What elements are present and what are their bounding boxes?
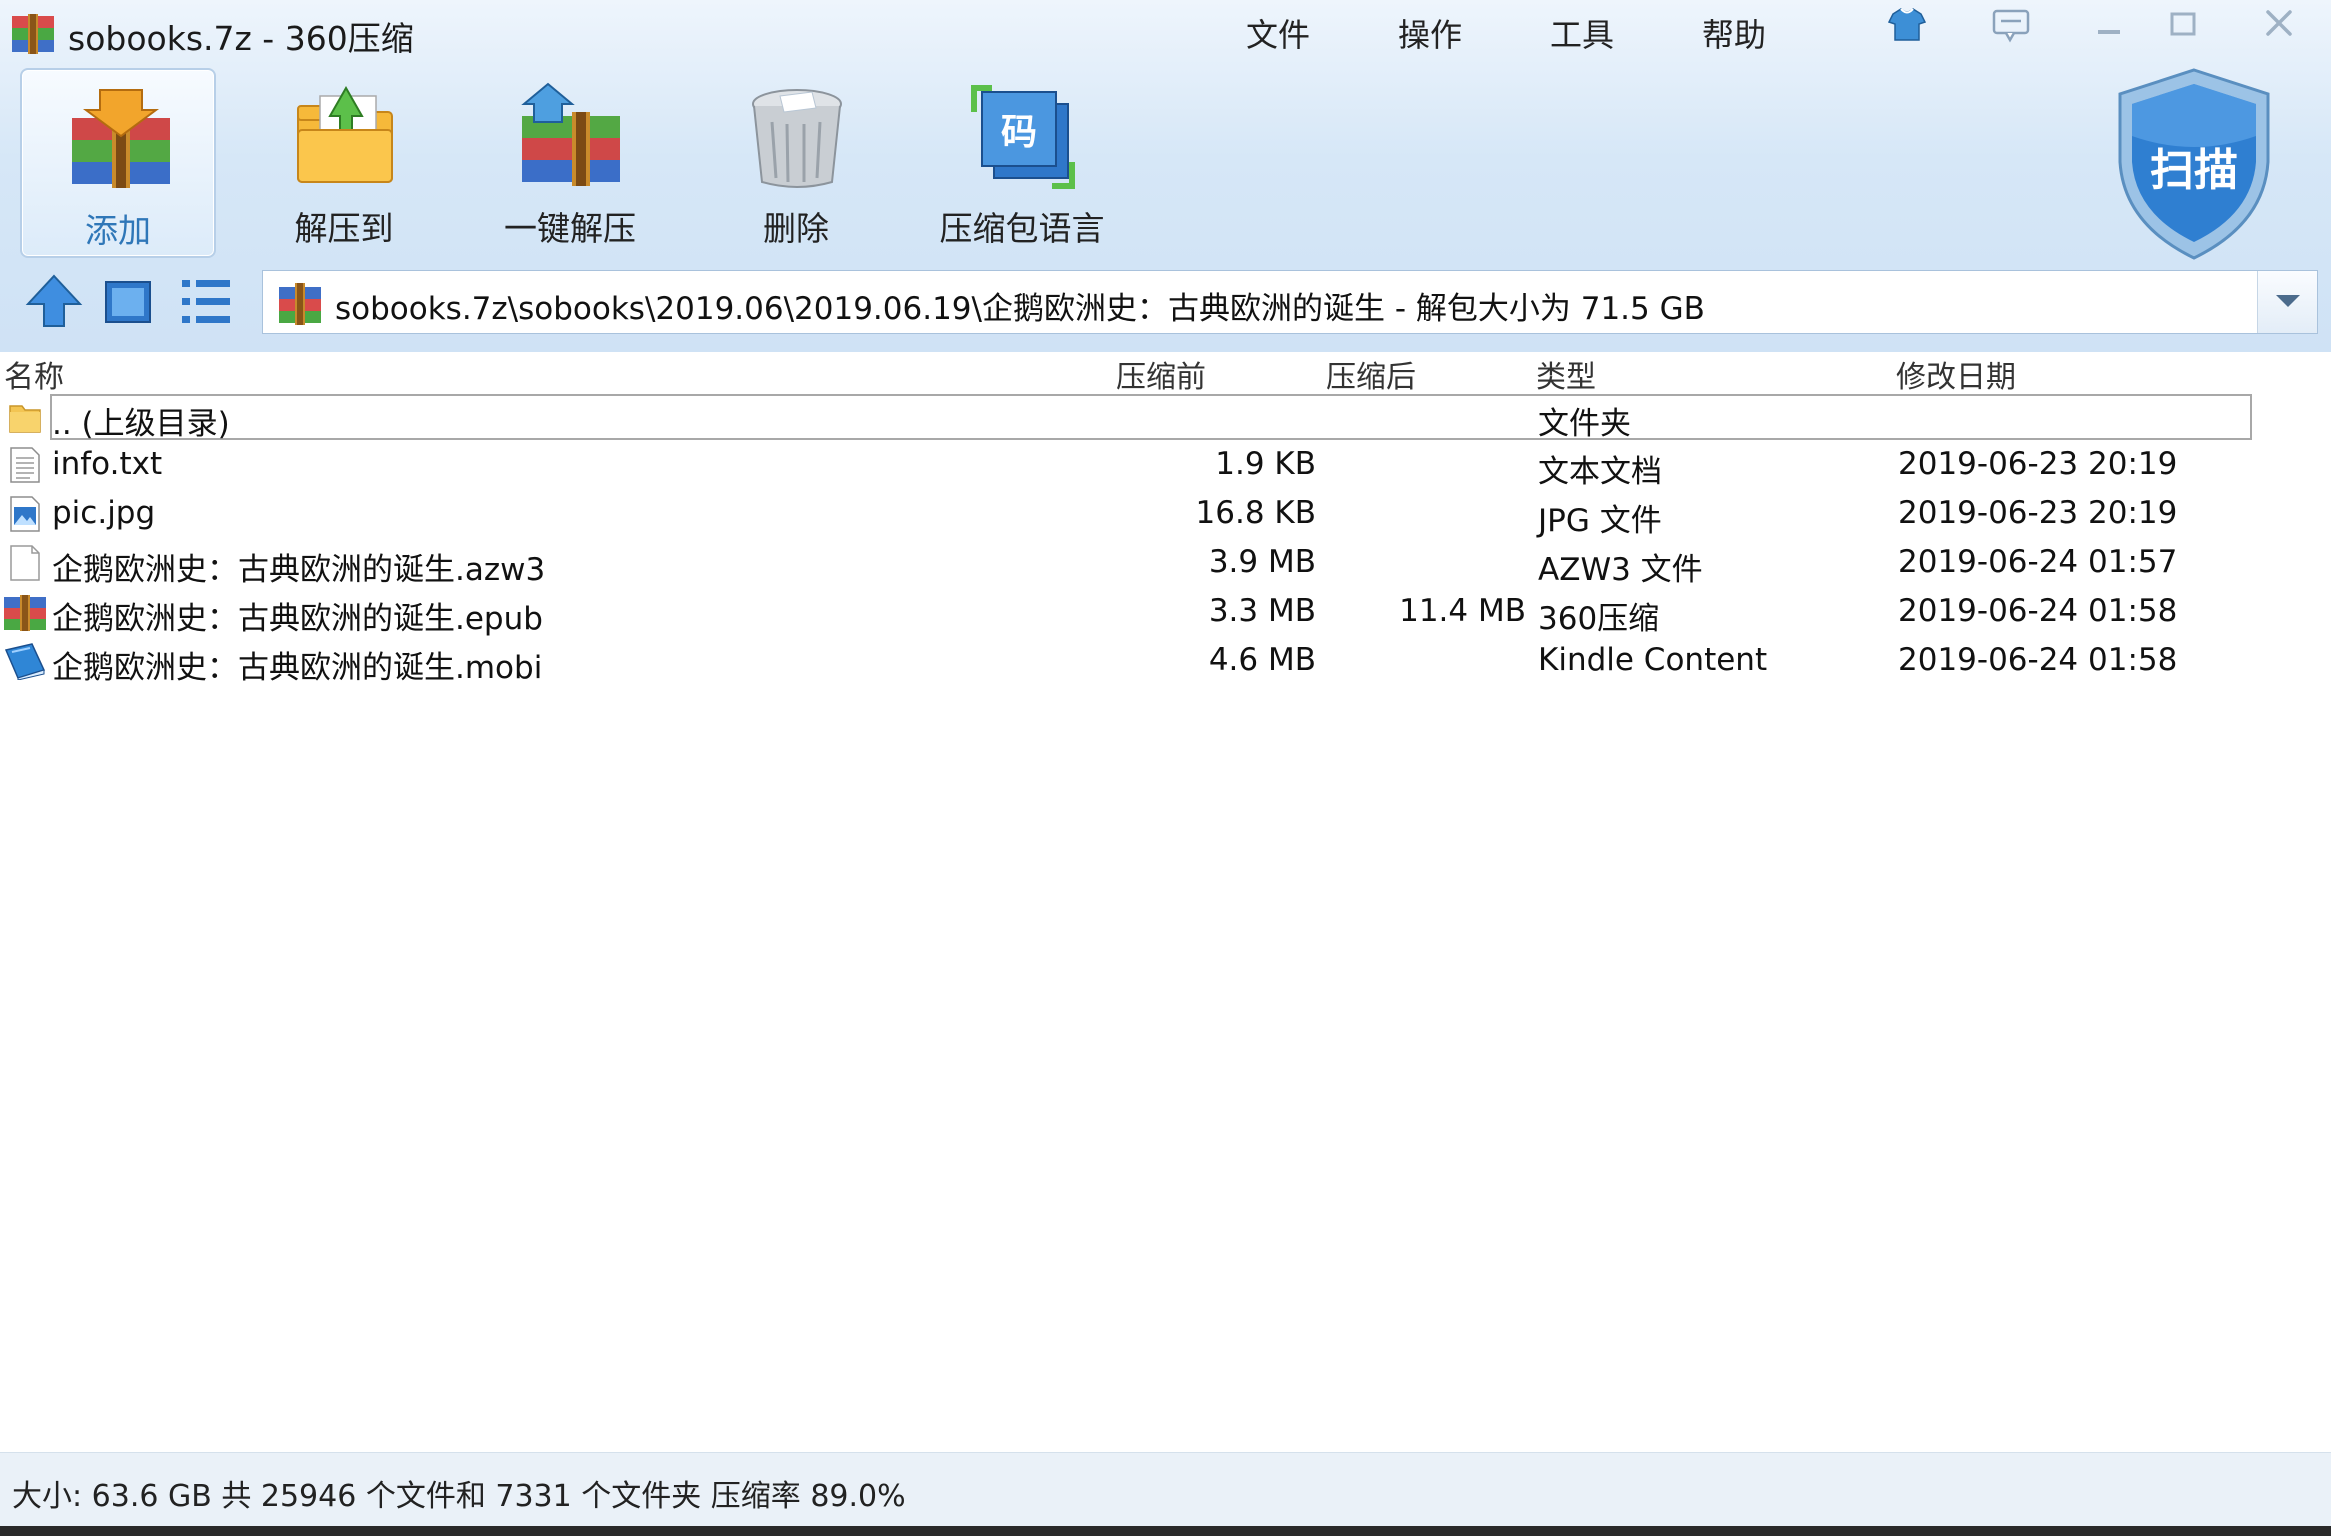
file-name: 企鹅欧洲史：古典欧洲的诞生.mobi	[52, 650, 543, 686]
feedback-icon[interactable]	[1988, 6, 2034, 44]
extract-folder-icon	[297, 85, 393, 183]
encoding-button[interactable]: 码 压缩包语言	[924, 68, 1120, 258]
file-original-size: 1.9 KB	[1215, 446, 1316, 482]
close-icon[interactable]	[2256, 6, 2302, 44]
extract-to-label: 解压到	[294, 209, 394, 248]
column-header-name[interactable]: 名称	[4, 352, 64, 395]
delete-button[interactable]: 删除	[698, 68, 894, 258]
add-label: 添加	[85, 211, 151, 250]
file-modified: 2019-06-24 01:57	[1898, 544, 2178, 580]
file-name: .. (上级目录)	[52, 406, 230, 442]
file-original-size: 3.3 MB	[1208, 593, 1316, 629]
file-type: 360压缩	[1538, 601, 1660, 637]
file-modified: 2019-06-24 01:58	[1898, 642, 2178, 678]
extract-to-button[interactable]: 解压到	[246, 68, 442, 258]
file-original-size: 4.6 MB	[1208, 642, 1316, 678]
address-bar[interactable]: sobooks.7z\sobooks\2019.06\2019.06.19\企鹅…	[262, 270, 2318, 334]
address-dropdown-button[interactable]	[2257, 271, 2317, 333]
encoding-label: 压缩包语言	[939, 209, 1105, 248]
one-click-extract-button[interactable]: 一键解压	[472, 68, 668, 258]
kindle-book-icon	[4, 643, 46, 680]
archive-icon	[279, 283, 321, 325]
list-item[interactable]: 企鹅欧洲史：古典欧洲的诞生.mobi 4.6 MB Kindle Content…	[0, 638, 2260, 686]
thumbnail-view-icon[interactable]	[98, 272, 158, 330]
address-path: sobooks.7z\sobooks\2019.06\2019.06.19\企鹅…	[335, 291, 1705, 327]
app-window: sobooks.7z - 360压缩 文件 操作 工具 帮助 添加 解压到 一键…	[0, 0, 2331, 1536]
add-archive-icon	[72, 89, 170, 188]
status-bar: 大小: 63.6 GB 共 25946 个文件和 7331 个文件夹 压缩率 8…	[0, 1452, 2331, 1526]
file-name: info.txt	[52, 446, 163, 482]
up-arrow-icon[interactable]	[24, 272, 84, 330]
file-modified: 2019-06-23 20:19	[1898, 446, 2178, 482]
column-header-original-size[interactable]: 压缩前	[1116, 352, 1206, 395]
list-item[interactable]: info.txt 1.9 KB 文本文档 2019-06-23 20:19	[0, 442, 2260, 490]
folder-icon	[9, 405, 41, 433]
scan-button[interactable]: 扫描	[2112, 66, 2276, 262]
menu-tools[interactable]: 工具	[1550, 10, 1614, 56]
file-compressed-size: 11.4 MB	[1399, 593, 1526, 629]
file-type: Kindle Content	[1538, 642, 1768, 678]
file-type: 文本文档	[1538, 454, 1662, 490]
menu-file[interactable]: 文件	[1246, 10, 1310, 56]
file-type: AZW3 文件	[1538, 552, 1703, 588]
file-original-size: 3.9 MB	[1208, 544, 1316, 580]
skin-icon[interactable]	[1884, 6, 1930, 44]
window-title: sobooks.7z - 360压缩	[68, 19, 414, 58]
list-item[interactable]: 企鹅欧洲史：古典欧洲的诞生.azw3 3.9 MB AZW3 文件 2019-0…	[0, 540, 2260, 588]
code-page-icon: 码	[971, 85, 1075, 189]
file-modified: 2019-06-23 20:19	[1898, 495, 2178, 531]
column-header-modified[interactable]: 修改日期	[1896, 352, 2016, 395]
maximize-icon[interactable]	[2160, 6, 2206, 44]
list-view-icon[interactable]	[176, 272, 236, 330]
image-file-icon	[10, 496, 40, 532]
archive-file-icon	[4, 595, 46, 631]
selection-outline	[50, 394, 2252, 440]
one-click-extract-icon	[521, 82, 620, 186]
title-bar[interactable]: sobooks.7z - 360压缩 文件 操作 工具 帮助	[0, 0, 2331, 64]
add-button[interactable]: 添加	[20, 68, 216, 258]
status-summary: 大小: 63.6 GB 共 25946 个文件和 7331 个文件夹 压缩率 8…	[12, 1479, 906, 1514]
file-name: pic.jpg	[52, 495, 156, 531]
column-header-compressed-size[interactable]: 压缩后	[1326, 352, 1416, 395]
delete-label: 删除	[763, 209, 829, 248]
svg-text:码: 码	[1001, 112, 1037, 153]
blank-file-icon	[10, 545, 40, 581]
file-list[interactable]: 名称 压缩前 压缩后 类型 修改日期 .. (上级目录) 文件夹 info.tx…	[0, 352, 2331, 1452]
menu-operation[interactable]: 操作	[1398, 10, 1462, 56]
one-click-extract-label: 一键解压	[504, 209, 636, 248]
archive-app-icon	[12, 14, 54, 54]
list-item[interactable]: 企鹅欧洲史：古典欧洲的诞生.epub 3.3 MB 11.4 MB 360压缩 …	[0, 589, 2260, 637]
menu-help[interactable]: 帮助	[1702, 10, 1766, 56]
file-original-size: 16.8 KB	[1195, 495, 1316, 531]
list-item-parent-directory[interactable]: .. (上级目录) 文件夹	[0, 394, 2260, 442]
file-name: 企鹅欧洲史：古典欧洲的诞生.epub	[52, 601, 543, 637]
scan-label: 扫描	[2150, 145, 2238, 196]
trash-can-icon	[752, 89, 842, 188]
file-type: JPG 文件	[1538, 503, 1662, 539]
column-header-type[interactable]: 类型	[1536, 352, 1596, 395]
window-bottom-edge	[0, 1526, 2331, 1536]
minimize-icon[interactable]	[2086, 6, 2132, 44]
file-modified: 2019-06-24 01:58	[1898, 593, 2178, 629]
file-type: 文件夹	[1538, 406, 1631, 442]
window-chrome: sobooks.7z - 360压缩 文件 操作 工具 帮助 添加 解压到 一键…	[0, 0, 2331, 352]
list-item[interactable]: pic.jpg 16.8 KB JPG 文件 2019-06-23 20:19	[0, 491, 2260, 539]
file-name: 企鹅欧洲史：古典欧洲的诞生.azw3	[52, 552, 546, 588]
text-file-icon	[10, 447, 40, 483]
chevron-down-icon	[2276, 295, 2300, 307]
